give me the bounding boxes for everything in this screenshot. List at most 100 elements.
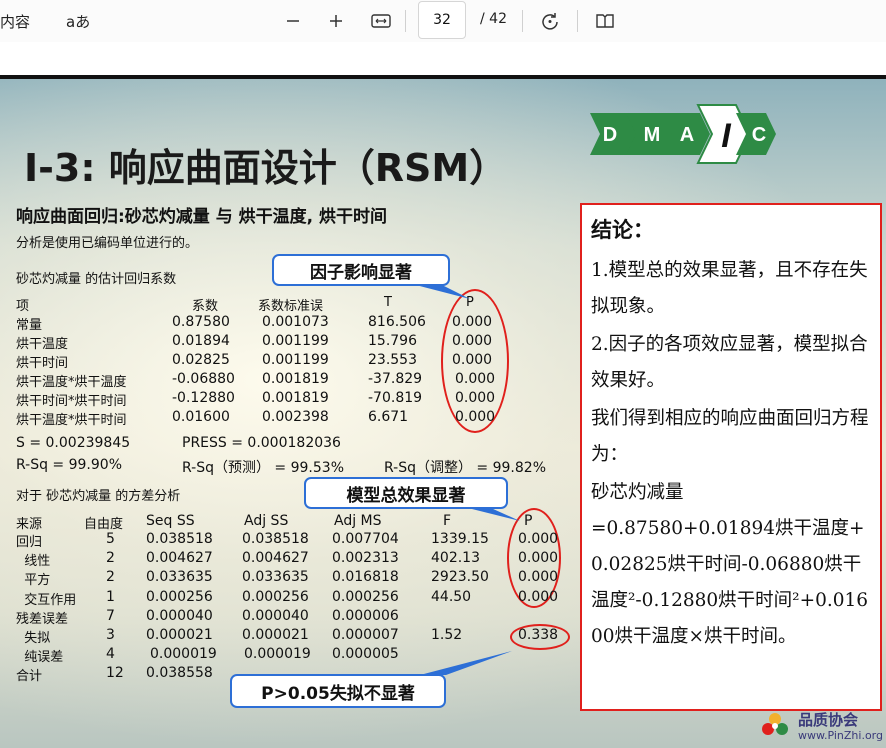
conclusion-point-1: 1.模型总的效果显著，且不存在失拟现象。 <box>591 260 868 317</box>
coef-cell-r1-c1: 0.01894 <box>172 333 230 349</box>
coef-cell-r1-c3: 15.796 <box>368 333 417 349</box>
anova-cell-r0-c5: 1339.15 <box>431 531 489 547</box>
anova-cell-r4-c2: 0.000040 <box>146 607 213 624</box>
callout-lof-pointer <box>420 651 512 675</box>
viewer-toolbar: 内容 aあ 32 / 42 <box>0 0 886 42</box>
anova-cell-r3-c4: 0.000256 <box>332 588 399 605</box>
anova-cell-r1-c0: 线性 <box>16 554 51 570</box>
fit-width-icon[interactable] <box>370 10 392 32</box>
zoom-out-icon[interactable] <box>282 10 304 32</box>
coef-cell-r1-c2: 0.001199 <box>262 333 329 349</box>
toolbar-divider <box>405 10 406 32</box>
page-gap <box>0 42 886 78</box>
conclusion-heading: 结论： <box>591 217 654 242</box>
coef-cell-r0-c1: 0.87580 <box>172 314 230 330</box>
coef-cell-r5-c4: 0.000 <box>455 409 496 425</box>
toolbar-divider <box>577 10 578 32</box>
anova-cell-r6-c4: 0.000005 <box>332 646 399 663</box>
anova-cell-r7-c2: 0.038558 <box>146 665 213 682</box>
toolbar-divider <box>522 10 523 32</box>
anova-cell-r3-c6: 0.000 <box>518 588 559 605</box>
page-number-input[interactable]: 32 <box>418 1 466 39</box>
coef-cell-r3-c1: -0.06880 <box>172 371 235 387</box>
coef-cell-r4-c4: 0.000 <box>455 390 496 406</box>
conclusion-box: 结论： 1.模型总的效果显著，且不存在失拟现象。 2.因子的各项效应显著，模型拟… <box>580 203 882 711</box>
coef-cell-r3-c2: 0.001819 <box>262 371 329 387</box>
anova-cell-r5-c3: 0.000021 <box>242 627 309 643</box>
anova-cell-r0-c0: 回归 <box>16 535 43 550</box>
anova-cell-r2-c2: 0.033635 <box>146 569 213 586</box>
anova-cell-r3-c0: 交互作用 <box>16 592 77 608</box>
coef-cell-r2-c0: 烘干时间 <box>16 356 69 371</box>
coef-cell-r3-c4: 0.000 <box>455 371 496 387</box>
anova-cell-r1-c5: 402.13 <box>431 550 480 567</box>
anova-cell-r2-c6: 0.000 <box>518 569 559 586</box>
slide-page: I-3: 响应曲面设计（RSM） D M A I C 响应曲面回归:砂芯灼减量 … <box>0 79 886 748</box>
anova-cell-r5-c4: 0.000007 <box>332 627 399 643</box>
coef-cell-r0-c3: 816.506 <box>368 314 426 330</box>
coef-cell-r4-c1: -0.12880 <box>172 390 235 406</box>
anova-cell-r2-c5: 2923.50 <box>431 569 489 586</box>
conclusion-equation-intro: 我们得到相应的响应曲面回归方程为： <box>591 408 869 465</box>
callout-factor-significant: 因子影响显著 <box>272 254 450 286</box>
coef-cell-r1-c4: 0.000 <box>452 333 493 349</box>
coef-cell-r4-c3: -70.819 <box>368 390 423 406</box>
anova-cell-r6-c2: 0.000019 <box>150 646 217 663</box>
anova-cell-r6-c0: 纯误差 <box>16 650 64 666</box>
anova-cell-r1-c3: 0.004627 <box>242 550 309 567</box>
anova-cell-r2-c3: 0.033635 <box>242 569 309 586</box>
anova-cell-r7-c1: 12 <box>106 665 124 682</box>
conclusion-point-2: 2.因子的各项效应显著，模型拟合效果好。 <box>591 334 868 391</box>
dmaic-logo: D M A I C <box>590 104 776 164</box>
anova-cell-r3-c3: 0.000256 <box>242 588 309 605</box>
coef-cell-r3-c3: -37.829 <box>368 371 423 387</box>
dmaic-letter-i: I <box>721 117 732 155</box>
coef-cell-r1-c0: 烘干温度 <box>16 337 69 352</box>
page-total: / 42 <box>480 11 507 27</box>
anova-cell-r1-c1: 2 <box>106 550 115 567</box>
dmaic-letter-c: C <box>752 124 766 146</box>
logo-url: www.PinZhi.org <box>798 729 883 742</box>
anova-cell-r5-c2: 0.000021 <box>146 627 213 643</box>
anova-cell-r1-c4: 0.002313 <box>332 550 399 567</box>
anova-cell-r4-c1: 7 <box>106 607 115 624</box>
anova-cell-r0-c3: 0.038518 <box>242 531 309 547</box>
coef-cell-r5-c3: 6.671 <box>368 409 409 425</box>
coef-cell-r2-c4: 0.000 <box>452 352 493 368</box>
coef-cell-r2-c2: 0.001199 <box>262 352 329 368</box>
anova-cell-r0-c4: 0.007704 <box>332 531 399 547</box>
zoom-in-icon[interactable] <box>325 10 347 32</box>
coef-cell-r4-c2: 0.001819 <box>262 390 329 406</box>
read-aloud-button[interactable]: aあ <box>66 11 90 32</box>
anova-cell-r5-c6: 0.338 <box>518 627 559 643</box>
anova-cell-r6-c1: 4 <box>106 646 115 663</box>
anova-cell-r2-c1: 2 <box>106 569 115 586</box>
coef-cell-r0-c2: 0.001073 <box>262 314 329 330</box>
coef-cell-r0-c0: 常量 <box>16 318 43 333</box>
anova-cell-r0-c6: 0.000 <box>518 531 559 547</box>
anova-cell-r1-c2: 0.004627 <box>146 550 213 567</box>
anova-cell-r2-c4: 0.016818 <box>332 569 399 586</box>
coef-cell-r2-c3: 23.553 <box>368 352 417 368</box>
conclusion-response-name: 砂芯灼减量 <box>591 482 684 503</box>
anova-cell-r6-c3: 0.000019 <box>244 646 311 663</box>
anova-cell-r1-c6: 0.000 <box>518 550 559 567</box>
dmaic-letter-d: D <box>603 124 617 146</box>
anova-cell-r0-c1: 5 <box>106 531 115 547</box>
rotate-icon[interactable] <box>539 10 561 32</box>
contents-button[interactable]: 内容 <box>0 11 30 32</box>
logo-name: 品质协会 <box>798 711 859 729</box>
anova-cell-r5-c0: 失拟 <box>16 631 51 646</box>
anova-cell-r4-c4: 0.000006 <box>332 607 399 624</box>
coef-cell-r5-c0: 烘干温度*烘干时间 <box>16 413 127 428</box>
anova-cell-r0-c2: 0.038518 <box>146 531 213 547</box>
coef-cell-r2-c1: 0.02825 <box>172 352 230 368</box>
coef-cell-r0-c4: 0.000 <box>452 314 493 330</box>
anova-cell-r4-c0: 残差误差 <box>16 611 69 627</box>
two-page-icon[interactable] <box>594 10 616 32</box>
coef-cell-r5-c2: 0.002398 <box>262 409 329 425</box>
dmaic-letter-a: A <box>680 124 694 146</box>
anova-cell-r3-c1: 1 <box>106 588 115 605</box>
coef-cell-r5-c1: 0.01600 <box>172 409 230 425</box>
anova-cell-r3-c5: 44.50 <box>431 588 472 605</box>
